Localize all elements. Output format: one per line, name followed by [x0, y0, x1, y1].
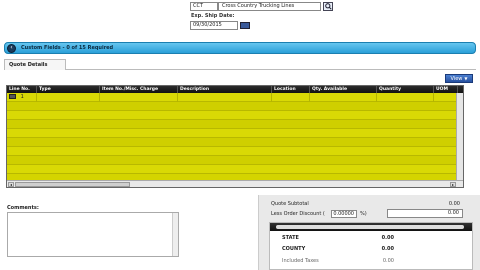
col-line-no[interactable]: Line No.: [7, 86, 37, 93]
scroll-right-icon[interactable]: ▸: [450, 182, 456, 187]
scroll-left-icon[interactable]: ◂: [8, 182, 14, 187]
table-row[interactable]: [7, 156, 463, 165]
row-qty-available-cell[interactable]: [310, 93, 377, 102]
grid-rows: 1: [7, 93, 463, 180]
row-line-no-cell[interactable]: 1: [7, 93, 37, 102]
discount-label: Less Order Discount (: [271, 211, 325, 217]
table-row[interactable]: [7, 129, 463, 138]
comments-label: Comments:: [7, 205, 39, 211]
scrollbar-thumb[interactable]: [15, 182, 130, 187]
col-uom[interactable]: UOM: [434, 86, 458, 93]
state-tax-label: STATE: [282, 235, 299, 241]
row-uom-cell[interactable]: [434, 93, 458, 102]
vendor-name-input[interactable]: Cross Country Trucking Lines: [218, 2, 321, 11]
table-row[interactable]: [7, 120, 463, 129]
grid-horizontal-scrollbar[interactable]: ◂ ▸: [7, 180, 463, 187]
view-button[interactable]: View ▼: [445, 74, 473, 83]
custom-fields-label: Custom Fields - 0 of 15 Required: [21, 45, 114, 51]
table-row[interactable]: [7, 165, 463, 174]
exp-ship-date-label: Exp. Ship Date:: [191, 13, 235, 19]
row-item-cell[interactable]: [100, 93, 178, 102]
col-qty-available[interactable]: Qty. Available: [310, 86, 377, 93]
line-items-grid: Line No. Type Item No./Misc. Charge Desc…: [6, 85, 464, 188]
comments-scrollbar[interactable]: [172, 213, 178, 256]
county-tax-value: 0.00: [381, 246, 394, 252]
search-icon: [324, 3, 332, 10]
row-location-cell[interactable]: [272, 93, 310, 102]
col-description[interactable]: Description: [178, 86, 272, 93]
row-line-no: 1: [20, 94, 24, 100]
calendar-icon[interactable]: [240, 22, 250, 29]
included-taxes-label: Included Taxes: [282, 258, 319, 264]
discount-amount-field[interactable]: 0.00: [387, 209, 463, 218]
state-tax-value: 0.00: [381, 235, 394, 241]
table-row[interactable]: [7, 111, 463, 120]
subtotal-label: Quote Subtotal: [271, 201, 309, 207]
tab-quote-details[interactable]: Quote Details: [4, 59, 66, 70]
tax-header-bar: [276, 225, 464, 229]
comments-textarea[interactable]: [7, 212, 179, 257]
chevron-down-icon: ▼: [464, 76, 468, 81]
row-description-cell[interactable]: [178, 93, 272, 102]
vendor-search-button[interactable]: [323, 2, 333, 11]
col-item-no[interactable]: Item No./Misc. Charge: [100, 86, 178, 93]
custom-fields-bar[interactable]: ‹ Custom Fields - 0 of 15 Required: [4, 42, 476, 54]
row-quantity-cell[interactable]: [377, 93, 434, 102]
tax-panel: STATE 0.00 COUNTY 0.00 Included Taxes 0.…: [269, 222, 473, 270]
row-type-cell[interactable]: [37, 93, 100, 102]
vendor-code-input[interactable]: CCT: [190, 2, 218, 11]
grid-header: Line No. Type Item No./Misc. Charge Desc…: [7, 86, 463, 93]
included-taxes-value: 0.00: [382, 258, 394, 264]
table-row[interactable]: [7, 147, 463, 156]
county-tax-label: COUNTY: [282, 246, 306, 252]
view-button-label: View: [450, 75, 463, 82]
table-row[interactable]: [7, 102, 463, 111]
table-row[interactable]: [7, 138, 463, 147]
header-area: CCT Cross Country Trucking Lines Exp. Sh…: [0, 0, 480, 40]
grid-vertical-scrollbar[interactable]: [456, 93, 463, 180]
row-edit-icon[interactable]: [9, 94, 16, 99]
exp-date-row: 09/30/2015: [190, 21, 250, 30]
tax-header: [270, 223, 472, 231]
discount-percent-input[interactable]: 0.00000: [331, 210, 357, 218]
discount-percent-symbol: %): [360, 211, 367, 217]
col-type[interactable]: Type: [37, 86, 100, 93]
summary-panel: Quote Subtotal 0.00 Less Order Discount …: [258, 195, 480, 270]
tab-strip: Quote Details: [4, 58, 476, 70]
subtotal-value: 0.00: [448, 201, 460, 207]
collapse-icon[interactable]: ‹: [7, 43, 16, 53]
exp-ship-date-input[interactable]: 09/30/2015: [190, 21, 238, 30]
vendor-row: CCT Cross Country Trucking Lines: [190, 2, 333, 11]
table-row[interactable]: 1: [7, 93, 463, 102]
col-quantity[interactable]: Quantity: [377, 86, 434, 93]
col-location[interactable]: Location: [272, 86, 310, 93]
